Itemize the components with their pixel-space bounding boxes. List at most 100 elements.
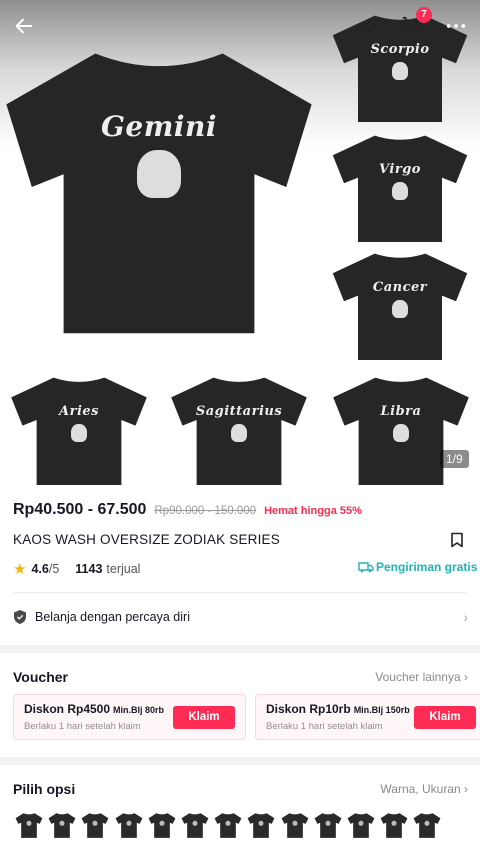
tshirt-thumbnail-icon <box>314 813 342 838</box>
bookmark-button[interactable] <box>450 532 464 553</box>
print-graphic <box>392 300 408 318</box>
skull-graphic <box>137 150 181 198</box>
back-button[interactable] <box>10 12 38 40</box>
print-graphic <box>392 62 408 80</box>
variant-swatch[interactable] <box>15 811 43 839</box>
variant-swatch[interactable] <box>148 811 176 839</box>
more-vouchers-link[interactable]: Voucher lainnya › <box>375 670 468 684</box>
chevron-right-icon: › <box>464 670 468 684</box>
print-graphic <box>71 424 87 442</box>
variant-swatch[interactable] <box>181 811 209 839</box>
star-icon: ★ <box>13 561 27 578</box>
image-page-counter: 1/9 <box>440 450 469 468</box>
tshirt-thumbnail-icon <box>81 813 109 838</box>
variant-swatch[interactable] <box>48 811 76 839</box>
main-product-image[interactable]: Gemini <box>0 28 318 346</box>
print-graphic <box>392 182 408 200</box>
tshirt-thumbnail-icon <box>347 813 375 838</box>
chevron-right-icon: › <box>464 782 468 796</box>
thumbnail-image[interactable]: Sagittarius <box>168 372 310 485</box>
voucher-min-spend: Min.Blj 80rb <box>113 705 165 715</box>
price: Rp40.500 - 67.500 <box>13 501 147 518</box>
print-graphic <box>393 424 409 442</box>
voucher-discount: Diskon Rp10rb Min.Blj 150rb <box>266 702 410 716</box>
voucher-card: Diskon Rp10rb Min.Blj 150rb Berlaku 1 har… <box>255 694 480 740</box>
options-variant-label: Warna, Ukuran <box>380 782 461 796</box>
share-button[interactable] <box>354 12 382 40</box>
product-image-gallery[interactable]: Gemini Scorpio Virgo Cancer Aries Sagitt… <box>0 0 480 485</box>
shirt-print-text: Libra <box>380 404 422 419</box>
variant-swatch[interactable] <box>81 811 109 839</box>
voucher-card: Diskon Rp4500 Min.Blj 80rb Berlaku 1 hari… <box>13 694 246 740</box>
thumbnail-image[interactable]: Cancer <box>330 248 470 360</box>
variant-swatch[interactable] <box>347 811 375 839</box>
variant-swatch[interactable] <box>314 811 342 839</box>
free-shipping-link[interactable]: Pengiriman gratis <box>358 560 477 574</box>
trust-guarantee-row[interactable]: Belanja dengan percaya diri › <box>13 609 468 625</box>
voucher-title: Voucher <box>13 669 68 685</box>
variant-swatch[interactable] <box>380 811 408 839</box>
options-variant-link[interactable]: Warna, Ukuran › <box>380 782 468 796</box>
divider <box>13 592 467 593</box>
rating-max: /5 <box>48 562 60 576</box>
thumbnail-image[interactable]: Aries <box>8 372 150 485</box>
tshirt-thumbnail-icon <box>413 813 441 838</box>
shirt-print-text: Virgo <box>379 162 421 177</box>
voucher-validity: Berlaku 1 hari setelah klaim <box>266 721 383 732</box>
variant-swatch[interactable] <box>214 811 242 839</box>
rating-value: 4.6 <box>31 562 49 576</box>
options-section[interactable]: Pilih opsi Warna, Ukuran › <box>0 765 480 854</box>
sold-label: terjual <box>106 562 141 576</box>
price-row: Rp40.500 - 67.500 Rp90.000 - 150.000 Hem… <box>13 501 362 519</box>
sold-count: 1143 <box>75 562 103 576</box>
tshirt-thumbnail-icon <box>115 813 143 838</box>
shirt-print-text: Sagittarius <box>195 404 283 419</box>
voucher-min-spend: Min.Blj 150rb <box>353 705 410 715</box>
voucher-discount-text: Diskon Rp4500 <box>24 702 111 716</box>
rating-row: ★ 4.6 /5 1143 terjual <box>13 560 140 578</box>
arrow-left-icon <box>15 18 33 34</box>
thumbnail-image[interactable]: Virgo <box>330 130 470 242</box>
claim-button[interactable]: Klaim <box>173 706 235 729</box>
trust-label: Belanja dengan percaya diri <box>35 610 190 624</box>
product-info-section: Rp40.500 - 67.500 Rp90.000 - 150.000 Hem… <box>0 485 480 645</box>
tshirt-thumbnail-icon <box>48 813 76 838</box>
variant-swatch[interactable] <box>281 811 309 839</box>
free-shipping-label: Pengiriman gratis <box>376 560 478 574</box>
voucher-discount: Diskon Rp4500 Min.Blj 80rb <box>24 702 164 716</box>
tshirt-thumbnail-icon <box>148 813 176 838</box>
shirt-print-text: Aries <box>59 404 99 419</box>
original-price: Rp90.000 - 150.000 <box>154 505 257 517</box>
shirt-print-text: Gemini <box>101 110 217 143</box>
options-title: Pilih opsi <box>13 781 76 797</box>
voucher-validity: Berlaku 1 hari setelah klaim <box>24 721 141 732</box>
tshirt-thumbnail-icon <box>181 813 209 838</box>
thumbnail-image[interactable]: Libra <box>330 372 472 485</box>
share-icon <box>358 18 378 35</box>
voucher-discount-text: Diskon Rp10rb <box>266 702 351 716</box>
tshirt-thumbnail-icon <box>15 813 43 838</box>
tshirt-thumbnail-icon <box>214 813 242 838</box>
print-graphic <box>231 424 247 442</box>
shirt-print-text: Scorpio <box>370 42 430 57</box>
tshirt-thumbnail-icon <box>281 813 308 838</box>
tshirt-thumbnail-icon <box>247 813 275 838</box>
shirt-print-text: Cancer <box>372 280 428 295</box>
truck-icon <box>358 562 374 573</box>
variant-swatch[interactable] <box>413 811 441 839</box>
variant-swatch[interactable] <box>247 811 275 839</box>
cart-count-badge: 7 <box>416 7 432 23</box>
claim-button[interactable]: Klaim <box>414 706 476 729</box>
more-vouchers-label: Voucher lainnya <box>375 670 461 684</box>
bookmark-icon <box>451 532 463 548</box>
chevron-right-icon: › <box>463 609 468 625</box>
discount-label: Hemat hingga 55% <box>264 505 362 517</box>
voucher-section: Voucher Voucher lainnya › Diskon Rp4500 M… <box>0 653 480 757</box>
more-button[interactable] <box>442 12 470 40</box>
variant-swatch-list <box>15 811 446 839</box>
variant-swatch[interactable] <box>115 811 143 839</box>
cart-button[interactable]: 7 <box>398 7 432 40</box>
more-icon <box>446 24 466 28</box>
tshirt-thumbnail-icon <box>380 813 408 838</box>
shield-icon <box>14 610 26 624</box>
